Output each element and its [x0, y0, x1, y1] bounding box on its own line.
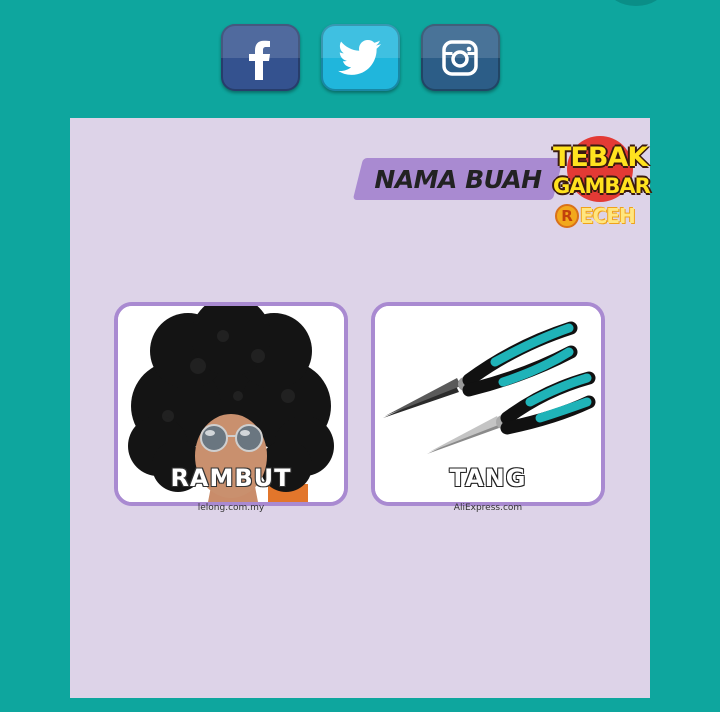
facebook-icon [249, 40, 270, 80]
tile-1-label: RAMBUT [170, 464, 292, 492]
menu-button-partial[interactable] [608, 0, 664, 6]
tile-2-label: TANG [449, 464, 527, 492]
picture-tile-1[interactable]: RAMBUT [114, 302, 348, 506]
question-card: NAMA BUAH TEBAK GAMBAR R ECEH RAMBUT lel… [70, 118, 651, 698]
picture-tile-2[interactable]: TANG [371, 302, 605, 506]
instagram-share-button[interactable] [420, 24, 500, 91]
logo-word-3: ECEH [580, 204, 636, 228]
tile-1-credit: lelong.com.my [197, 503, 265, 513]
tebak-gambar-receh-logo: TEBAK GAMBAR R ECEH [553, 132, 651, 234]
instagram-icon [442, 39, 478, 76]
logo-word-2: GAMBAR [553, 174, 651, 198]
category-banner: NAMA BUAH [352, 158, 564, 200]
social-share-bar [0, 24, 720, 91]
logo-badge: R [555, 204, 579, 228]
tile-2-credit: AliExpress.com [453, 503, 523, 513]
facebook-share-button[interactable] [220, 24, 300, 91]
twitter-icon [338, 39, 381, 75]
category-label: NAMA BUAH [374, 164, 542, 194]
twitter-share-button[interactable] [320, 24, 400, 91]
logo-word-1: TEBAK [553, 142, 648, 173]
